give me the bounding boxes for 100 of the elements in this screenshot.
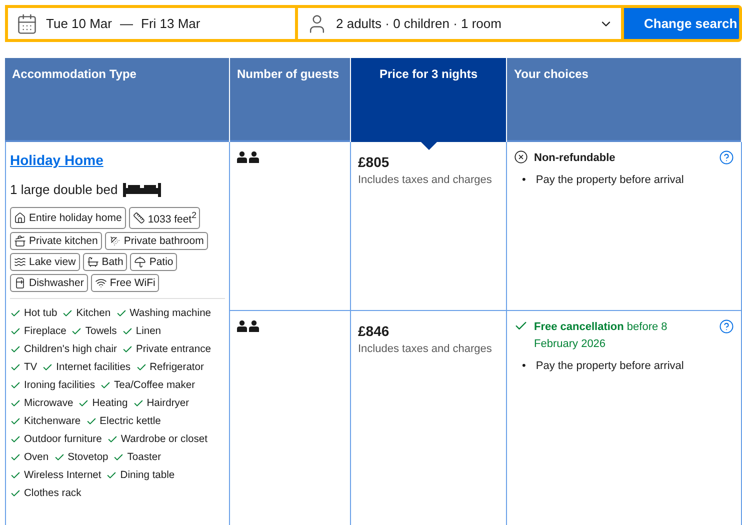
check-icon	[54, 452, 65, 463]
check-icon	[136, 362, 147, 373]
price-note: Includes taxes and charges	[358, 343, 493, 355]
check-icon	[71, 326, 82, 337]
pointer-notch	[420, 142, 436, 150]
policy-text: Non-refundable	[534, 151, 616, 166]
amenity-text: Refrigerator	[150, 360, 204, 374]
house-icon	[14, 212, 26, 224]
cross-circle-icon	[514, 150, 528, 164]
amenity-text: Dining table	[120, 468, 175, 482]
facility-tag: Patio	[130, 252, 178, 270]
pot-icon	[14, 234, 26, 246]
check-icon	[10, 326, 21, 337]
amenity-text: Stovetop	[68, 450, 108, 464]
facility-tag: 1033 feet$^{2}$	[128, 207, 200, 228]
bathtub-icon	[86, 256, 99, 268]
column-header: Your choices	[507, 58, 741, 142]
policy-text: Free cancellation before 8 February 2026	[534, 320, 668, 352]
checkin-date: Tue 10 Mar	[46, 16, 112, 31]
price: £846	[358, 323, 390, 339]
amenity-text: Washing machine	[130, 306, 212, 320]
room-name-link[interactable]: Holiday Home	[10, 152, 104, 168]
amenity-text: Hot tub	[24, 306, 58, 320]
guests-summary: 2 adults · 0 children · 1 room	[336, 16, 502, 31]
check-icon	[10, 344, 21, 355]
amenity-text: Ironing facilities	[24, 378, 95, 392]
facility-tag: Free WiFi	[90, 274, 160, 292]
check-icon	[10, 398, 21, 409]
amenity-text: Clothes rack	[24, 486, 82, 500]
amenity-text: Kitchen	[76, 306, 111, 320]
check-icon	[78, 398, 90, 409]
check-icon	[10, 308, 21, 319]
policy-bullet: Pay the property before arrival	[536, 173, 684, 187]
check-icon	[10, 470, 21, 481]
amenity-text: Fireplace	[24, 324, 66, 338]
change-search-button[interactable]: Change search	[624, 5, 742, 42]
amenity-text: Heating	[92, 396, 128, 410]
ruler-icon	[132, 212, 145, 224]
amenity-text: Children's high chair	[24, 342, 117, 356]
check-icon	[42, 362, 54, 373]
waves-icon	[14, 256, 26, 268]
guests-icon	[237, 151, 259, 163]
facility-tag: Dishwasher	[10, 274, 88, 292]
amenity-text: Linen	[136, 324, 162, 338]
check-icon	[10, 416, 21, 427]
help-icon[interactable]	[719, 319, 734, 334]
amenity-text: Wardrobe or closet	[120, 432, 208, 446]
amenity-text: Internet facilities	[56, 360, 131, 374]
wifi-icon	[94, 276, 107, 288]
policy-bullet: Pay the property before arrival	[536, 359, 684, 373]
facility-tag: Lake view	[10, 252, 80, 270]
check-icon	[106, 470, 118, 481]
amenity-text: Tea/Coffee maker	[114, 378, 196, 392]
calendar-icon	[16, 12, 38, 34]
amenity-text: TV	[24, 360, 38, 374]
column-header: Price for 3 nights	[351, 58, 506, 142]
check-icon	[10, 488, 21, 499]
check-icon	[113, 452, 124, 463]
amenity-text: Outdoor furniture	[24, 432, 102, 446]
check-icon	[106, 434, 118, 445]
check-icon	[116, 308, 127, 319]
appliance-icon	[14, 276, 26, 288]
bullet-marker: •	[522, 359, 526, 373]
check-icon	[10, 380, 21, 391]
amenity-text: Electric kettle	[100, 414, 161, 428]
umbrella-icon	[134, 256, 146, 268]
price-note: Includes taxes and charges	[358, 174, 493, 186]
amenity-text: Kitchenware	[24, 414, 81, 428]
check-icon	[122, 326, 133, 337]
column-header: Number of guests	[230, 58, 350, 142]
bed-icon	[122, 182, 162, 196]
date-field[interactable]: Tue 10 Mar — Fri 13 Mar	[5, 5, 298, 42]
facility-tag: Entire holiday home	[10, 207, 126, 228]
check-icon	[100, 380, 111, 391]
amenity-text: Toaster	[127, 450, 162, 464]
help-icon[interactable]	[719, 150, 734, 165]
amenity-text: Oven	[24, 450, 49, 464]
check-icon	[10, 434, 21, 445]
facility-tag: Private kitchen	[10, 232, 102, 250]
check-icon	[10, 362, 21, 373]
date-separator: —	[120, 16, 133, 31]
check-icon	[10, 452, 21, 463]
checkout-date: Fri 13 Mar	[141, 16, 200, 31]
price: £805	[358, 154, 390, 170]
amenity-text: Private entrance	[136, 342, 211, 356]
bullet-marker: •	[522, 173, 526, 187]
amenity-text: Hairdryer	[146, 396, 190, 410]
check-icon	[132, 398, 144, 409]
amenity-text: Microwave	[24, 396, 74, 410]
facility-tag: Private bathroom	[104, 232, 208, 250]
amenity-text: Wireless Internet	[24, 468, 102, 482]
column-header: Accommodation Type	[5, 58, 229, 142]
check-icon	[62, 308, 74, 319]
guests-field[interactable]: 2 adults · 0 children · 1 room	[298, 5, 624, 42]
guests-icon	[237, 320, 259, 332]
check-icon	[86, 416, 97, 427]
amenity-text: Towels	[85, 324, 117, 338]
facility-tag: Bath	[82, 252, 128, 270]
check-icon	[122, 344, 133, 355]
bed-info: 1 large double bed	[10, 182, 118, 197]
